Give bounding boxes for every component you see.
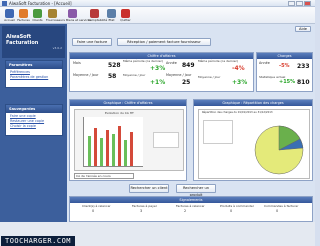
report-icon [107, 9, 116, 18]
mois-value: 528 [108, 62, 121, 69]
invoice-icon [19, 9, 28, 18]
chart-bar [106, 130, 109, 166]
chart-bar [124, 140, 127, 166]
annee-pct: -4% [232, 65, 245, 72]
chart-ca-plot: Evolution du CA HT [74, 109, 184, 171]
new-invoice-button[interactable]: Faire une facture [72, 38, 112, 46]
maximize-button[interactable] [296, 1, 303, 6]
signal-val-factures-relancer: 2 [184, 209, 187, 213]
window-title: AlwaSoft Facturation - [Accueil] [9, 1, 72, 6]
sidebar: AlwaSoft Facturation v3.0.2 Paramètres P… [0, 24, 67, 222]
app-version: v3.0.2 [52, 46, 62, 50]
chart-ca-box: Graphique : Chiffre d'affaires Evolution… [69, 99, 187, 181]
signal-col-factures-payer: Factures à payer [132, 204, 157, 208]
status-bar: TOOCHARGER.COM [0, 222, 315, 246]
payment-receipt-button[interactable]: Réception / paiement facture fournisseur [117, 38, 211, 46]
toolbar-accueil-button[interactable]: Accueil [3, 9, 16, 22]
chart-bar [118, 126, 121, 166]
annee-value: 849 [182, 62, 195, 69]
home-icon [5, 9, 14, 18]
parametres-gestion-link[interactable]: Paramètres de gestion [6, 74, 62, 79]
chart-bar [112, 134, 115, 166]
charges-annee-label: Année [259, 61, 270, 65]
chart-bar [94, 128, 97, 166]
parametres-panel-title: Paramètres [6, 61, 62, 69]
signal-val-relancer-clients: 0 [92, 209, 95, 213]
suppliers-icon [48, 9, 57, 18]
signalements-box: Signalements Client(s) à relancer Factur… [69, 196, 313, 222]
annee-compare-label: Même période (ce dernier) [198, 59, 239, 63]
chart-charges-plot: Répartition des charges du 01/01/2013 au… [198, 109, 310, 179]
toolbar-comptabilite-button[interactable]: Comptabilité [88, 9, 107, 22]
toolbar-quitter-button[interactable]: Quitter [119, 9, 132, 22]
charges-annee-pct: -5% [279, 63, 290, 69]
signal-col-commandes-facturer: Commandes à facturer [264, 204, 299, 208]
mois-compare-label: Même période (ce dernier) [123, 59, 164, 63]
chiffre-affaires-box: Chiffre d'affaires Mois 528 Même période… [69, 52, 254, 92]
annee-moyenne-compare-label: Moyenne / Jour [198, 75, 221, 79]
charges-title: Charges [257, 53, 312, 59]
signal-col-factures-relancer: Factures à relancer [176, 204, 205, 208]
toolbar-biens-button[interactable]: Biens et services [66, 9, 91, 22]
annee-label: Année [166, 61, 177, 65]
close-button[interactable] [304, 1, 311, 6]
toolbar-fournisseurs-button[interactable]: Fournisseurs [46, 9, 65, 22]
search-client-button[interactable]: Rechercher un client [129, 184, 169, 193]
chart-bar [100, 138, 103, 166]
signal-val-factures-payer: 3 [140, 209, 143, 213]
moyenne-jour-value: 58 [108, 73, 117, 80]
chart-charges-box: Graphique : Répartition des charges Répa… [193, 99, 313, 181]
chart-ca-select[interactable]: CA de l'année en cours [74, 173, 134, 179]
charges-annee-value: 233 [297, 63, 310, 70]
watermark: TOOCHARGER.COM [1, 236, 76, 246]
annee-moyenne-label: Moyenne / Jour [166, 73, 192, 77]
annee-moyenne-value: 25 [182, 79, 191, 86]
search-product-button[interactable]: Rechercher un produit [176, 184, 216, 197]
chart-charges-legend [203, 120, 233, 144]
chart-legend [153, 132, 179, 148]
choisir-copie-link[interactable]: Choisir la copie [6, 123, 62, 128]
app-name: AlwaSoft Facturation [6, 34, 39, 46]
toolbar-clients-button[interactable]: Clients [31, 9, 44, 22]
charges-stat-value: 810 [297, 79, 310, 86]
app-logo: AlwaSoft Facturation v3.0.2 [2, 26, 65, 58]
toolbar-etat-button[interactable]: Etat [105, 9, 118, 22]
clients-icon [33, 9, 42, 18]
chart-ca-inner-title: Evolution du CA HT [105, 111, 134, 115]
charges-box: Charges Année -5% 233 Statistique actuel… [256, 52, 313, 92]
chart-ca-title: Graphique : Chiffre d'affaires [70, 100, 186, 106]
app-icon [2, 1, 7, 6]
exit-icon [121, 9, 130, 18]
sauvegardes-panel-title: Sauvegardes [6, 105, 62, 113]
help-button[interactable]: Aide [295, 26, 311, 32]
title-bar: AlwaSoft Facturation - [Accueil] [0, 0, 315, 7]
main-toolbar: Accueil Factures Clients Fournisseurs Bi… [0, 7, 315, 24]
signal-col-produits-commander: Produits à commander [220, 204, 254, 208]
annee-moyenne-pct: +3% [232, 79, 248, 86]
chart-bar [130, 132, 133, 166]
toolbar-factures-button[interactable]: Factures [17, 9, 30, 22]
main-area: Faire une facture Réception / paiement f… [67, 24, 315, 222]
goods-icon [68, 9, 77, 18]
minimize-button[interactable] [288, 1, 295, 6]
signal-val-produits-commander: 0 [230, 209, 233, 213]
parametres-panel: Paramètres Préférences Paramètres de ges… [5, 60, 63, 88]
charges-stat-pct: +15% [279, 79, 296, 85]
signal-val-commandes-facturer: 0 [276, 209, 279, 213]
mois-pct: +3% [150, 65, 166, 72]
sauvegardes-panel: Sauvegardes Faire une copie Restaurer un… [5, 104, 63, 136]
chart-ca-area [83, 117, 143, 167]
accounting-icon [90, 9, 99, 18]
moyenne-jour-label: Moyenne / Jour [73, 73, 99, 77]
moyenne-jour-pct: +1% [150, 79, 166, 86]
signal-col-relancer-clients: Client(s) à relancer [82, 204, 111, 208]
chart-charges-title: Graphique : Répartition des charges [194, 100, 312, 106]
signalements-title: Signalements [70, 197, 312, 203]
chart-bar [88, 136, 91, 166]
mois-label: Mois [73, 61, 81, 65]
moyenne-jour-compare-label: Moyenne / Jour [123, 73, 146, 77]
